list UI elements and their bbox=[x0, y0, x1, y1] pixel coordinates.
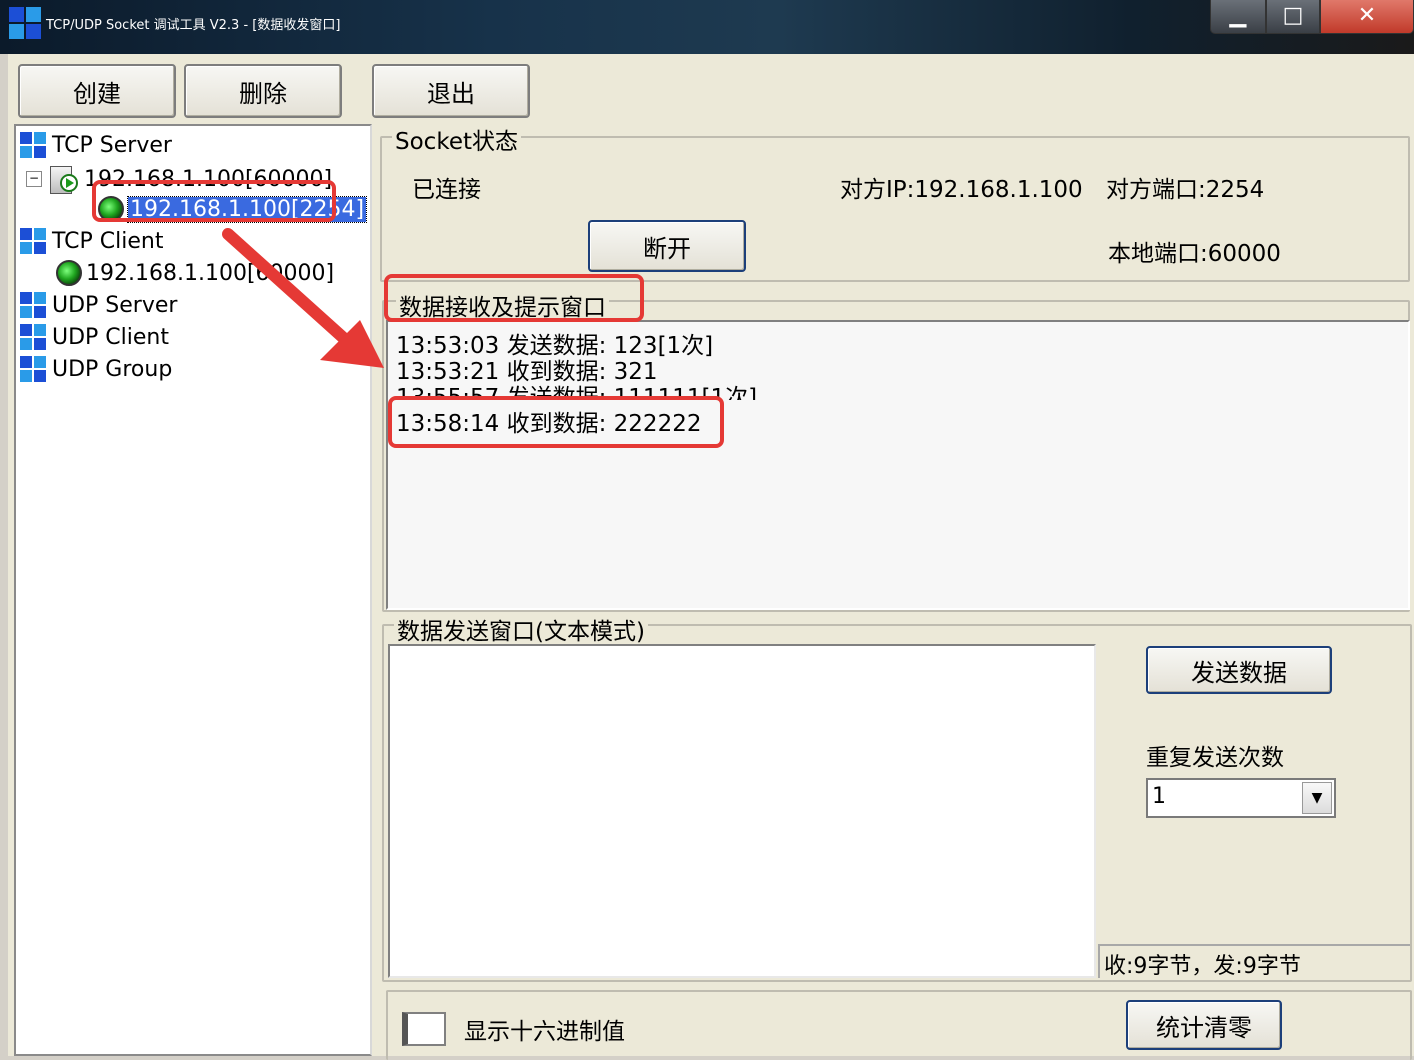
send-legend: 数据发送窗口(文本模式) bbox=[394, 612, 648, 646]
receive-log[interactable]: 13:53:03 发送数据: 123[1次] 13:53:21 收到数据: 32… bbox=[386, 320, 1410, 610]
disconnect-button[interactable]: 断开 bbox=[588, 220, 746, 272]
tree-node-udp-server[interactable]: UDP Server bbox=[20, 292, 177, 318]
udp-group-icon bbox=[20, 356, 46, 382]
window-title: TCP/UDP Socket 调试工具 V2.3 - [数据收发窗口] bbox=[46, 18, 341, 33]
tree-label: TCP Server bbox=[52, 132, 172, 158]
tcp-server-icon bbox=[20, 132, 46, 158]
collapse-icon[interactable]: − bbox=[26, 171, 42, 187]
maximize-icon: □ bbox=[1282, 3, 1304, 28]
create-button[interactable]: 创建 bbox=[18, 64, 176, 118]
hex-display-checkbox[interactable] bbox=[402, 1012, 446, 1046]
remote-ip: 对方IP:192.168.1.100 bbox=[840, 177, 1083, 203]
maximize-button[interactable]: □ bbox=[1266, 0, 1320, 34]
remote-port: 对方端口:2254 bbox=[1106, 177, 1265, 203]
tree-node-tcp-server[interactable]: TCP Server bbox=[20, 132, 172, 158]
send-text-input[interactable] bbox=[388, 644, 1096, 978]
tree-node-tcp-client[interactable]: TCP Client bbox=[20, 228, 163, 254]
hex-display-label: 显示十六进制值 bbox=[464, 1019, 625, 1045]
annotation-highlight-receive-legend bbox=[384, 274, 644, 322]
connection-state: 已连接 bbox=[412, 177, 481, 203]
annotation-arrow-icon bbox=[222, 228, 384, 368]
repeat-count-label: 重复发送次数 bbox=[1146, 745, 1284, 771]
udp-client-icon bbox=[20, 324, 46, 350]
byte-stats: 收:9字节，发:9字节 bbox=[1098, 944, 1410, 979]
title-bar[interactable]: TCP/UDP Socket 调试工具 V2.3 - [数据收发窗口] ▁ □ … bbox=[0, 0, 1414, 54]
delete-button[interactable]: 删除 bbox=[184, 64, 342, 118]
close-icon: ✕ bbox=[1357, 3, 1377, 28]
udp-server-icon bbox=[20, 292, 46, 318]
socket-status-legend: Socket状态 bbox=[392, 122, 521, 156]
clear-stats-button[interactable]: 统计清零 bbox=[1126, 1000, 1282, 1050]
annotation-highlight-connection bbox=[92, 180, 336, 222]
app-logo-icon bbox=[9, 7, 41, 39]
byte-stats-text: 收:9字节，发:9字节 bbox=[1104, 954, 1301, 979]
send-data-button[interactable]: 发送数据 bbox=[1146, 646, 1332, 694]
minimize-icon: ▁ bbox=[1229, 3, 1247, 28]
dropdown-arrow-icon[interactable]: ▼ bbox=[1302, 782, 1332, 814]
repeat-count-value: 1 bbox=[1152, 784, 1166, 809]
minimize-button[interactable]: ▁ bbox=[1210, 0, 1266, 34]
tree-label: UDP Server bbox=[52, 292, 178, 318]
connection-status-icon bbox=[56, 260, 82, 286]
tree-label: UDP Group bbox=[52, 356, 173, 382]
server-listener-icon bbox=[48, 164, 80, 194]
tree-label: UDP Client bbox=[52, 324, 169, 350]
tree-node-udp-client[interactable]: UDP Client bbox=[20, 324, 169, 350]
tree-node-udp-group[interactable]: UDP Group bbox=[20, 356, 172, 382]
close-button[interactable]: ✕ bbox=[1320, 0, 1414, 34]
tcp-client-icon bbox=[20, 228, 46, 254]
repeat-count-select[interactable]: 1 ▼ bbox=[1146, 778, 1336, 818]
tree-label: TCP Client bbox=[52, 228, 164, 254]
local-port: 本地端口:60000 bbox=[1108, 241, 1281, 267]
exit-button[interactable]: 退出 bbox=[372, 64, 530, 118]
annotation-highlight-received-line bbox=[388, 396, 724, 448]
